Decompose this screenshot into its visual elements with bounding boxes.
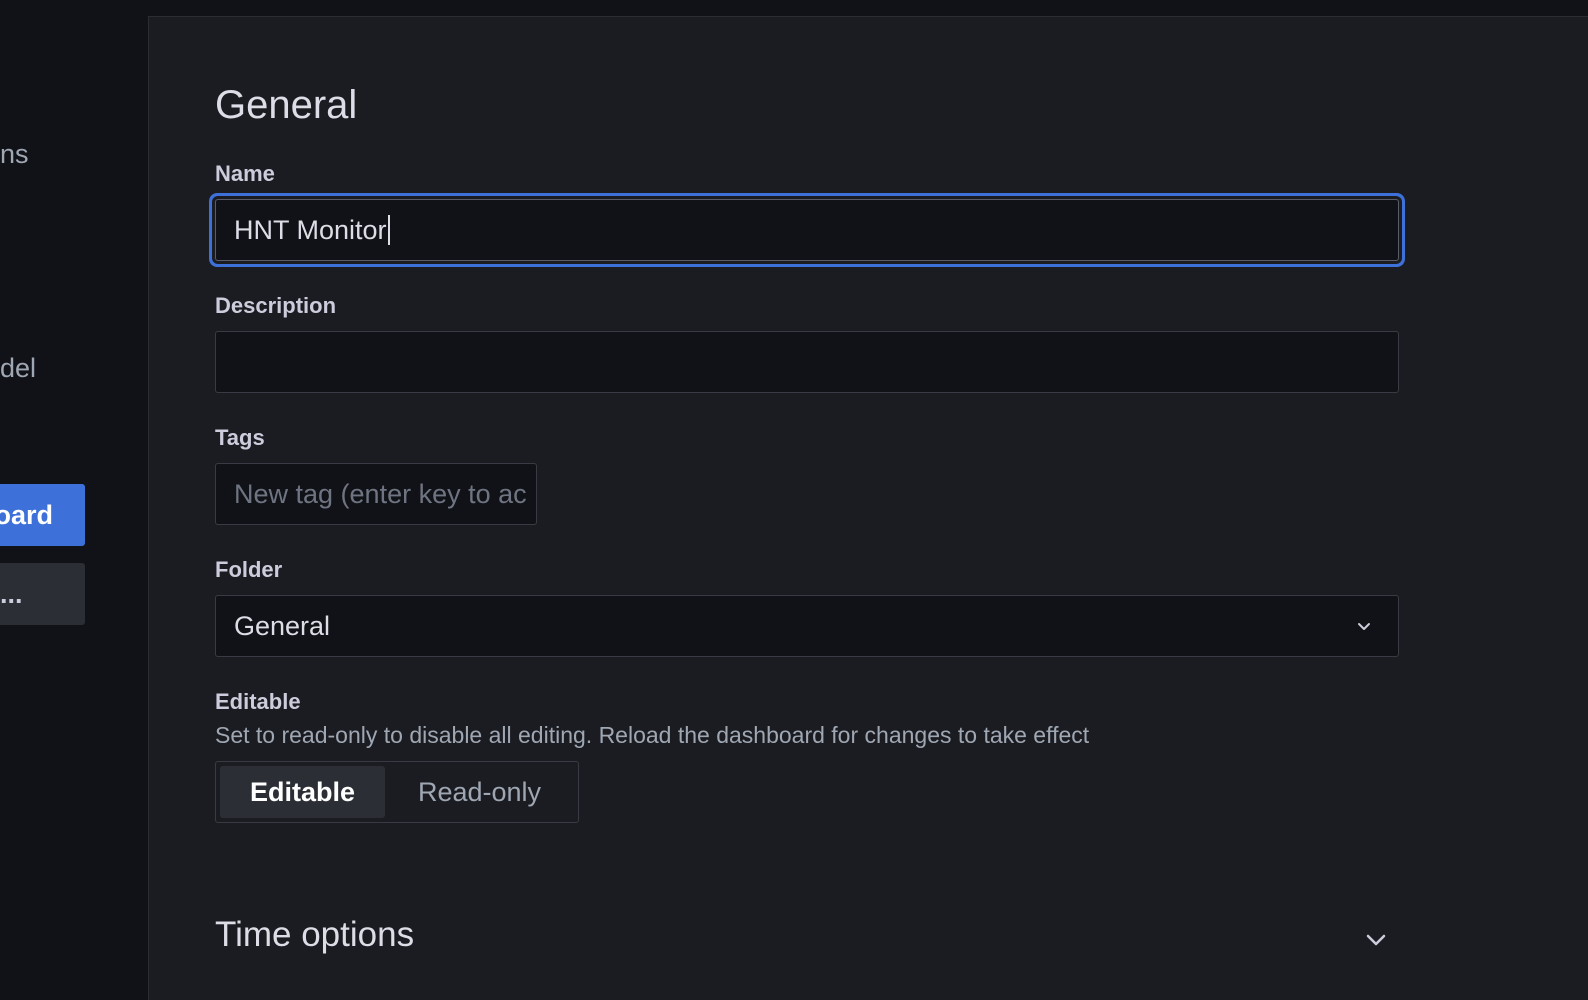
settings-panel: General Name HNT Monitor Description Tag… <box>148 16 1588 1000</box>
save-dashboard-button[interactable]: oard <box>0 484 85 546</box>
save-as-label: ... <box>0 578 23 609</box>
name-label: Name <box>215 161 275 186</box>
name-input-value: HNT Monitor <box>234 214 387 245</box>
editable-option[interactable]: Editable <box>220 766 386 818</box>
folder-label: Folder <box>215 557 283 582</box>
save-dashboard-label: oard <box>0 499 53 530</box>
editable-help-text: Set to read-only to disable all editing.… <box>215 722 1090 748</box>
read-only-option[interactable]: Read-only <box>385 766 574 818</box>
sidebar-item-json-model[interactable]: del <box>0 353 36 384</box>
text-caret <box>387 215 390 245</box>
time-options-heading[interactable]: Time options <box>215 915 414 955</box>
save-as-button[interactable]: ... <box>0 563 85 625</box>
editable-label: Editable <box>215 689 301 714</box>
sidebar-item-annotations[interactable]: ns <box>0 139 29 170</box>
description-label: Description <box>215 293 337 318</box>
general-heading: General <box>215 83 358 127</box>
folder-select[interactable]: General <box>215 595 1399 657</box>
chevron-down-icon[interactable] <box>1361 925 1391 955</box>
description-input[interactable] <box>215 331 1399 393</box>
sidebar: ns del oard ... <box>0 0 150 1000</box>
tags-label: Tags <box>215 425 265 450</box>
name-input[interactable]: HNT Monitor <box>215 199 1399 261</box>
tags-input[interactable]: New tag (enter key to ac <box>215 463 537 525</box>
editable-radio-group: Editable Read-only <box>215 761 579 823</box>
folder-select-value: General <box>234 610 331 641</box>
tags-input-placeholder: New tag (enter key to ac <box>234 478 527 509</box>
chevron-down-icon <box>1358 623 1370 630</box>
